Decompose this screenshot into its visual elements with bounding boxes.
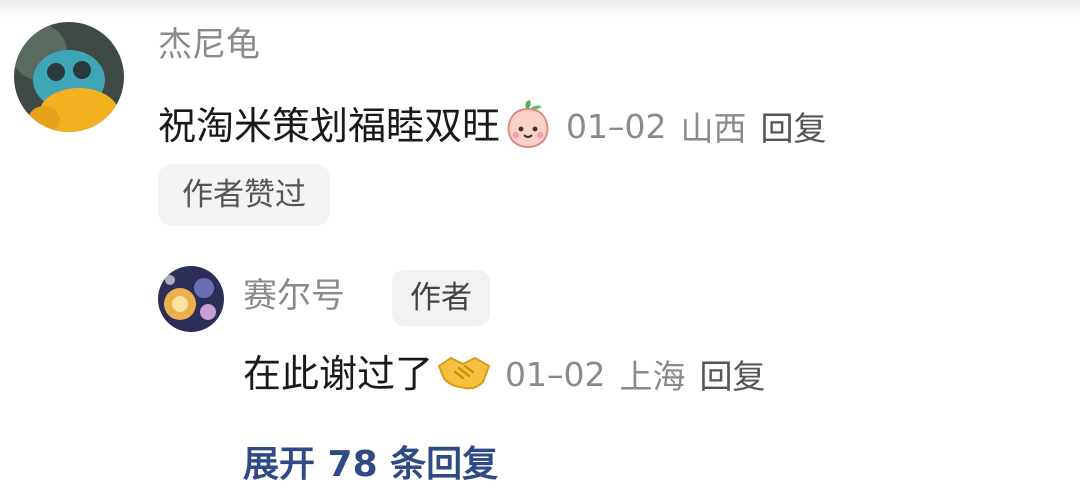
reply-date: 01–02 bbox=[505, 354, 606, 394]
comment-location: 山西 bbox=[680, 109, 747, 148]
comment-body: 祝淘米策划福睦双旺 01–02 山西 回复 bbox=[158, 98, 827, 154]
author-liked-badge: 作者赞过 bbox=[158, 164, 330, 226]
reply-location: 上海 bbox=[619, 357, 686, 396]
avatar[interactable] bbox=[14, 22, 124, 132]
reply-body: 在此谢过了 01–02 上海 回复 bbox=[243, 346, 766, 402]
reply-username[interactable]: 赛尔号 bbox=[243, 276, 345, 316]
peach-face-icon bbox=[504, 99, 552, 153]
reply-text: 在此谢过了 bbox=[243, 352, 434, 396]
comment-text: 祝淘米策划福睦双旺 bbox=[158, 104, 501, 148]
reply-button[interactable]: 回复 bbox=[761, 102, 827, 150]
handshake-icon bbox=[437, 352, 491, 396]
expand-replies-button[interactable]: 展开 78 条回复 bbox=[243, 440, 498, 490]
top-fade bbox=[0, 0, 1080, 18]
comment-username[interactable]: 杰尼龟 bbox=[158, 25, 260, 65]
reply-reply-button[interactable]: 回复 bbox=[700, 350, 766, 398]
author-tag: 作者 bbox=[392, 270, 490, 326]
reply-avatar[interactable] bbox=[158, 266, 224, 332]
comment-date: 01–02 bbox=[566, 106, 667, 146]
